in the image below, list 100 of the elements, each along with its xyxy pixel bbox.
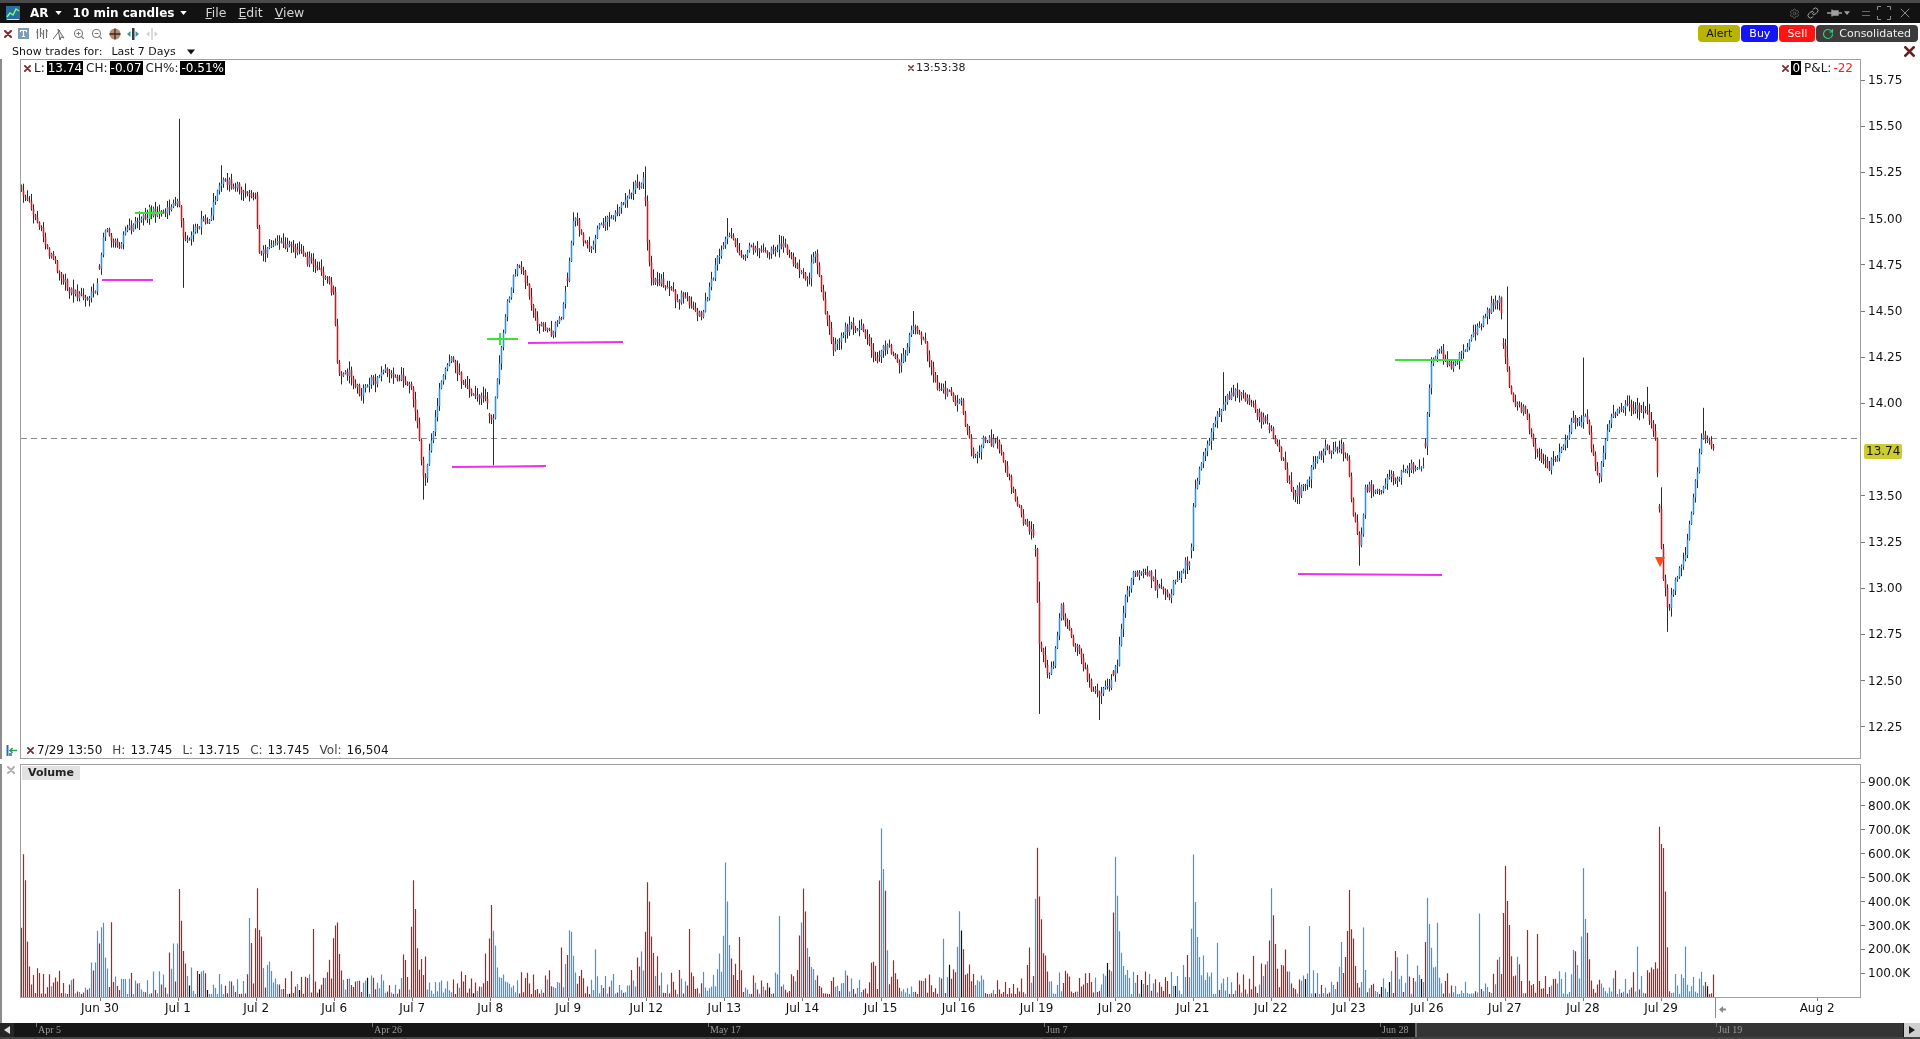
crosshair-icon[interactable]	[109, 27, 121, 40]
date-axis-label: Jul 28	[1566, 1001, 1600, 1015]
order-button[interactable]: Buy	[1741, 25, 1779, 42]
bar-field-label: Vol:	[319, 743, 342, 757]
right-triangle-icon	[1909, 1026, 1915, 1034]
navigator-date-label: Jun 7	[1046, 1024, 1068, 1036]
menu-item[interactable]: View	[272, 6, 307, 20]
resize-arrows-icon[interactable]	[127, 27, 139, 40]
menu-item[interactable]: File	[203, 6, 229, 20]
price-axis-label: 14.00	[1868, 396, 1903, 411]
pnl-value: -22	[1833, 61, 1853, 75]
date-axis-label: Jul 27	[1488, 1001, 1522, 1015]
navigator-date-label: Apr 26	[374, 1024, 403, 1036]
price-axis-label: 15.75	[1868, 73, 1903, 87]
quote-label: CH%:	[145, 61, 179, 75]
date-axis-label: Jul 22	[1253, 1001, 1288, 1015]
minimize-icon[interactable]	[1862, 10, 1870, 16]
close-icon[interactable]	[908, 65, 914, 71]
date-axis-label: Jul 16	[941, 1001, 976, 1015]
volume-axis-label: 900.0K	[1868, 775, 1911, 789]
navigator-date-label: May 17	[710, 1024, 741, 1036]
scroll-left-button[interactable]	[0, 1023, 14, 1037]
timeline-scrollbar[interactable]: Apr 5 Apr 26 May 17 Jun 7 Jun 28 Jul 19	[0, 1023, 1920, 1037]
bar-time: 7/29 13:50	[37, 743, 103, 757]
close-icon[interactable]	[1782, 64, 1790, 72]
price-axis-label: 14.50	[1868, 304, 1903, 318]
date-axis-label: Jul 8	[477, 1001, 504, 1015]
close-icon[interactable]	[27, 746, 34, 754]
scroll-right-button[interactable]	[1904, 1023, 1920, 1037]
order-button[interactable]: Alert	[1698, 25, 1741, 42]
volume-axis-label: 300.0K	[1868, 918, 1911, 933]
close-icon[interactable]	[1904, 46, 1915, 57]
date-axis-label: Jul 20	[1097, 1001, 1132, 1015]
price-axis-label: 14.25	[1868, 350, 1903, 365]
arrow-bar-icon[interactable]	[5, 745, 17, 756]
price-axis-label: 14.75	[1868, 257, 1903, 272]
quote-label: CH:	[86, 61, 108, 75]
pin-icon[interactable]	[1827, 9, 1842, 17]
volume-axis-label: 100.0K	[1868, 966, 1911, 981]
zoom-in-icon[interactable]	[73, 27, 85, 40]
date-axis-label: Jul 13	[707, 1001, 742, 1015]
volume-axis-label: 700.0K	[1868, 822, 1911, 837]
date-axis-label: Jul 1	[165, 1001, 191, 1015]
price-axis-label: 12.50	[1868, 673, 1903, 688]
date-axis-label: Jul 7	[399, 1001, 426, 1015]
price-level-line[interactable]	[451, 465, 547, 468]
quote-value: 13.74	[46, 61, 84, 75]
price-axis-label: 12.25	[1868, 719, 1903, 734]
cursor-icon[interactable]	[53, 27, 66, 40]
navigator-date-label: Jul 19	[1718, 1024, 1743, 1036]
link-icon[interactable]	[1807, 7, 1819, 19]
trades-range-dropdown[interactable]: Last 7 Days	[111, 45, 195, 58]
timeframe-dropdown[interactable]: 10 min candles	[72, 6, 188, 20]
date-axis-label: Jul 12	[629, 1001, 664, 1015]
text-tool-icon[interactable]	[18, 28, 29, 39]
scrollbar-thumb[interactable]	[1415, 1023, 1903, 1037]
left-arrow-icon	[1719, 1006, 1726, 1013]
price-axis-label: 12.75	[1868, 627, 1903, 642]
trades-filter-label: Show trades for:	[12, 45, 103, 58]
close-icon[interactable]	[4, 29, 12, 38]
maximize-icon[interactable]	[1877, 6, 1891, 20]
bar-field-value: 13.745	[130, 743, 173, 757]
order-button[interactable]: Sell	[1779, 25, 1816, 42]
date-axis-label: Jul 23	[1332, 1001, 1366, 1015]
date-axis-label: Jul 14	[785, 1001, 820, 1015]
date-axis-label: Jul 2	[243, 1001, 270, 1015]
navigator-date-label: Jun 28	[1382, 1024, 1409, 1036]
date-axis-label: Aug 2	[1799, 1001, 1835, 1015]
chart-app-icon	[6, 6, 20, 20]
volume-axis-label: 200.0K	[1868, 942, 1911, 957]
bar-field-label: L:	[182, 743, 194, 757]
level-marker[interactable]	[486, 332, 519, 346]
zoom-out-icon[interactable]	[91, 27, 103, 40]
level-marker[interactable]	[134, 206, 164, 220]
price-level-line[interactable]	[1297, 573, 1443, 576]
position-value: 0	[1791, 61, 1802, 75]
price-level-line[interactable]	[101, 279, 154, 281]
navigator-date-label: Apr 5	[38, 1024, 62, 1036]
bar-field-value: 13.715	[198, 743, 241, 757]
date-axis-label: Jun 30	[81, 1001, 119, 1015]
caret-icon	[1844, 11, 1850, 15]
close-icon[interactable]	[24, 64, 31, 72]
date-axis-label: Jul 26	[1410, 1001, 1444, 1015]
last-price-label: 13.74	[1864, 444, 1903, 460]
volume-axis-label: 600.0K	[1868, 846, 1911, 861]
pnl-label: P&L:	[1804, 61, 1832, 75]
bar-field-value: 16,504	[346, 743, 389, 757]
caret-icon	[186, 48, 195, 55]
quote-value: -0.07	[109, 61, 143, 75]
level-marker[interactable]	[1394, 359, 1464, 361]
date-axis-label: Jul 9	[555, 1001, 582, 1015]
menu-item[interactable]: Edit	[236, 6, 265, 20]
symbol-dropdown[interactable]: AR	[30, 6, 62, 20]
date-axis-label: Jul 6	[321, 1001, 348, 1015]
price-level-line[interactable]	[527, 341, 624, 344]
feed-button[interactable]: Consolidated	[1816, 25, 1918, 42]
bar-chart-icon[interactable]	[36, 28, 48, 39]
volume-axis-label: 800.0K	[1868, 798, 1911, 813]
bar-field-label: C:	[250, 743, 263, 757]
clock-time: 13:53:38	[916, 61, 966, 75]
